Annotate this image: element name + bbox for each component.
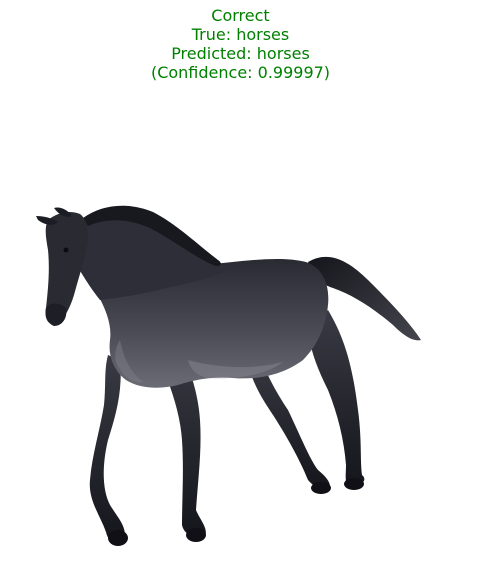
result-status: Correct — [211, 6, 270, 25]
horse-image — [28, 190, 428, 555]
horse-illustration — [36, 205, 421, 546]
true-label: True: horses — [191, 25, 290, 44]
horse-front-leg-near — [89, 355, 125, 543]
predicted-label: Predicted: horses — [171, 44, 310, 63]
horse-hoof-4 — [344, 478, 364, 490]
horse-hoof-1 — [108, 530, 128, 546]
horse-hoof-2 — [186, 528, 206, 542]
horse-hoof-3 — [311, 482, 331, 494]
horse-eye — [63, 247, 69, 253]
prediction-caption: Correct True: horses Predicted: horses (… — [0, 6, 481, 82]
horse-muzzle — [45, 303, 67, 326]
confidence-score: (Confidence: 0.99997) — [150, 63, 331, 82]
